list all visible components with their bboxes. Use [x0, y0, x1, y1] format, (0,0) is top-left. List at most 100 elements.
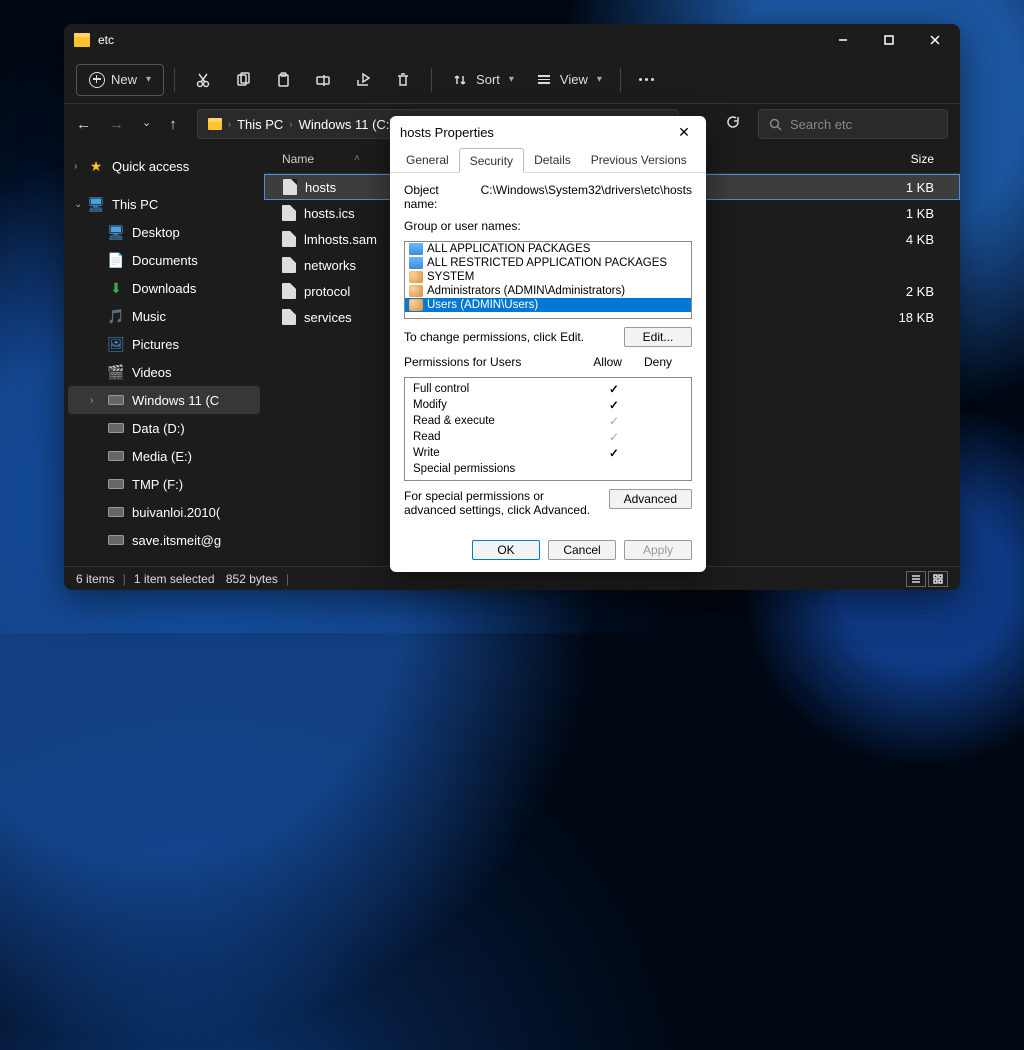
- copy-icon: [233, 70, 253, 90]
- tab-details[interactable]: Details: [524, 148, 581, 172]
- sidebar-item[interactable]: 🖼Pictures: [68, 330, 260, 358]
- cancel-button[interactable]: Cancel: [548, 540, 616, 560]
- folder-icon: [74, 33, 90, 47]
- search-placeholder: Search etc: [790, 117, 852, 132]
- edit-button[interactable]: Edit...: [624, 327, 692, 347]
- share-button[interactable]: [345, 64, 381, 96]
- search-icon: [769, 118, 782, 131]
- group-name: SYSTEM: [427, 271, 474, 283]
- search-input[interactable]: Search etc: [758, 109, 948, 139]
- file-size: 2 KB: [868, 278, 948, 304]
- sidebar-item-quick-access[interactable]: › ★ Quick access: [68, 152, 260, 180]
- sidebar-label: Downloads: [132, 281, 196, 296]
- up-button[interactable]: ↑: [169, 116, 177, 133]
- groups-label: Group or user names:: [404, 219, 692, 233]
- sidebar-item[interactable]: 🎵Music: [68, 302, 260, 330]
- file-icon: [282, 283, 296, 299]
- tab-previous-versions[interactable]: Previous Versions: [581, 148, 697, 172]
- sidebar-item[interactable]: ⬇Downloads: [68, 274, 260, 302]
- sidebar-item-this-pc[interactable]: ⌄ 🖥 This PC: [68, 190, 260, 218]
- cut-button[interactable]: [185, 64, 221, 96]
- forward-button[interactable]: →: [109, 116, 124, 133]
- sidebar-item[interactable]: 🖥Desktop: [68, 218, 260, 246]
- paste-icon: [273, 70, 293, 90]
- new-label: New: [111, 72, 137, 87]
- dialog-tabs: General Security Details Previous Versio…: [390, 148, 706, 173]
- refresh-button[interactable]: [726, 115, 740, 134]
- plus-icon: [89, 72, 105, 88]
- allow-check: ✓: [607, 446, 621, 460]
- minimize-button[interactable]: [820, 24, 866, 56]
- column-size[interactable]: Size: [868, 144, 948, 174]
- permissions-list: Full control✓Modify✓Read & execute✓Read✓…: [404, 377, 692, 481]
- paste-button[interactable]: [265, 64, 301, 96]
- more-button[interactable]: [631, 64, 662, 96]
- drive-icon: [108, 423, 124, 433]
- permission-row: Full control✓: [413, 381, 683, 397]
- back-button[interactable]: ←: [76, 116, 91, 133]
- trash-icon: [393, 70, 413, 90]
- group-user-list[interactable]: ALL APPLICATION PACKAGESALL RESTRICTED A…: [404, 241, 692, 319]
- allow-check: ✓: [607, 430, 621, 444]
- dialog-titlebar: hosts Properties ✕: [390, 116, 706, 148]
- thumbnails-view-button[interactable]: [928, 571, 948, 587]
- sidebar-item[interactable]: buivanloi.2010(: [68, 498, 260, 526]
- group-item[interactable]: ALL RESTRICTED APPLICATION PACKAGES: [405, 256, 691, 270]
- deny-header: Deny: [644, 355, 672, 369]
- dialog-body: Object name: C:\Windows\System32\drivers…: [390, 173, 706, 532]
- maximize-button[interactable]: [866, 24, 912, 56]
- window-title: etc: [98, 33, 820, 47]
- group-item[interactable]: SYSTEM: [405, 270, 691, 284]
- permission-name: Full control: [413, 383, 469, 395]
- sidebar-item[interactable]: Media (E:): [68, 442, 260, 470]
- file-icon: [282, 309, 296, 325]
- copy-button[interactable]: [225, 64, 261, 96]
- new-button[interactable]: New ▾: [76, 64, 164, 96]
- permission-row: Read✓: [413, 429, 683, 445]
- dialog-title: hosts Properties: [400, 125, 672, 140]
- permission-row: Read & execute✓: [413, 413, 683, 429]
- object-name-label: Object name:: [404, 183, 467, 211]
- tab-general[interactable]: General: [396, 148, 459, 172]
- permission-name: Write: [413, 447, 440, 459]
- item-count: 6 items: [76, 572, 115, 586]
- titlebar: etc: [64, 24, 960, 56]
- allow-check: ✓: [607, 414, 621, 428]
- sidebar-item[interactable]: Data (D:): [68, 414, 260, 442]
- group-item[interactable]: Users (ADMIN\Users): [405, 298, 691, 312]
- delete-button[interactable]: [385, 64, 421, 96]
- sidebar-item[interactable]: TMP (F:): [68, 470, 260, 498]
- close-button[interactable]: [912, 24, 958, 56]
- advanced-button[interactable]: Advanced: [609, 489, 692, 509]
- pictures-icon: 🖼: [108, 336, 124, 352]
- sort-button[interactable]: Sort ▾: [442, 64, 522, 96]
- view-button[interactable]: View ▾: [526, 64, 610, 96]
- apply-button[interactable]: Apply: [624, 540, 692, 560]
- recent-button[interactable]: ⌄: [142, 116, 151, 133]
- dialog-footer: OK Cancel Apply: [390, 532, 706, 572]
- sidebar-item[interactable]: 🎬Videos: [68, 358, 260, 386]
- column-name[interactable]: Name: [282, 152, 314, 166]
- tab-security[interactable]: Security: [459, 148, 524, 173]
- details-view-button[interactable]: [906, 571, 926, 587]
- group-item[interactable]: ALL APPLICATION PACKAGES: [405, 242, 691, 256]
- sidebar-item[interactable]: 📄Documents: [68, 246, 260, 274]
- dialog-close-button[interactable]: ✕: [672, 120, 696, 144]
- sidebar-label: Music: [132, 309, 166, 324]
- sort-label: Sort: [476, 72, 500, 87]
- sidebar-label: This PC: [112, 197, 158, 212]
- permission-row: Special permissions: [413, 461, 683, 477]
- selection-size: 852 bytes: [226, 572, 278, 586]
- chevron-right-icon: ›: [289, 119, 292, 130]
- object-path: C:\Windows\System32\drivers\etc\hosts: [481, 183, 692, 211]
- group-item[interactable]: Administrators (ADMIN\Administrators): [405, 284, 691, 298]
- pc-icon: 🖥: [88, 196, 104, 212]
- sidebar-item[interactable]: ›Windows 11 (C: [68, 386, 260, 414]
- sidebar-item[interactable]: save.itsmeit@g: [68, 526, 260, 554]
- deny-check: [651, 382, 665, 396]
- group-name: Administrators (ADMIN\Administrators): [427, 285, 625, 297]
- ok-button[interactable]: OK: [472, 540, 540, 560]
- breadcrumb-item[interactable]: This PC: [237, 117, 283, 132]
- breadcrumb-item[interactable]: Windows 11 (C:): [299, 117, 394, 132]
- rename-button[interactable]: [305, 64, 341, 96]
